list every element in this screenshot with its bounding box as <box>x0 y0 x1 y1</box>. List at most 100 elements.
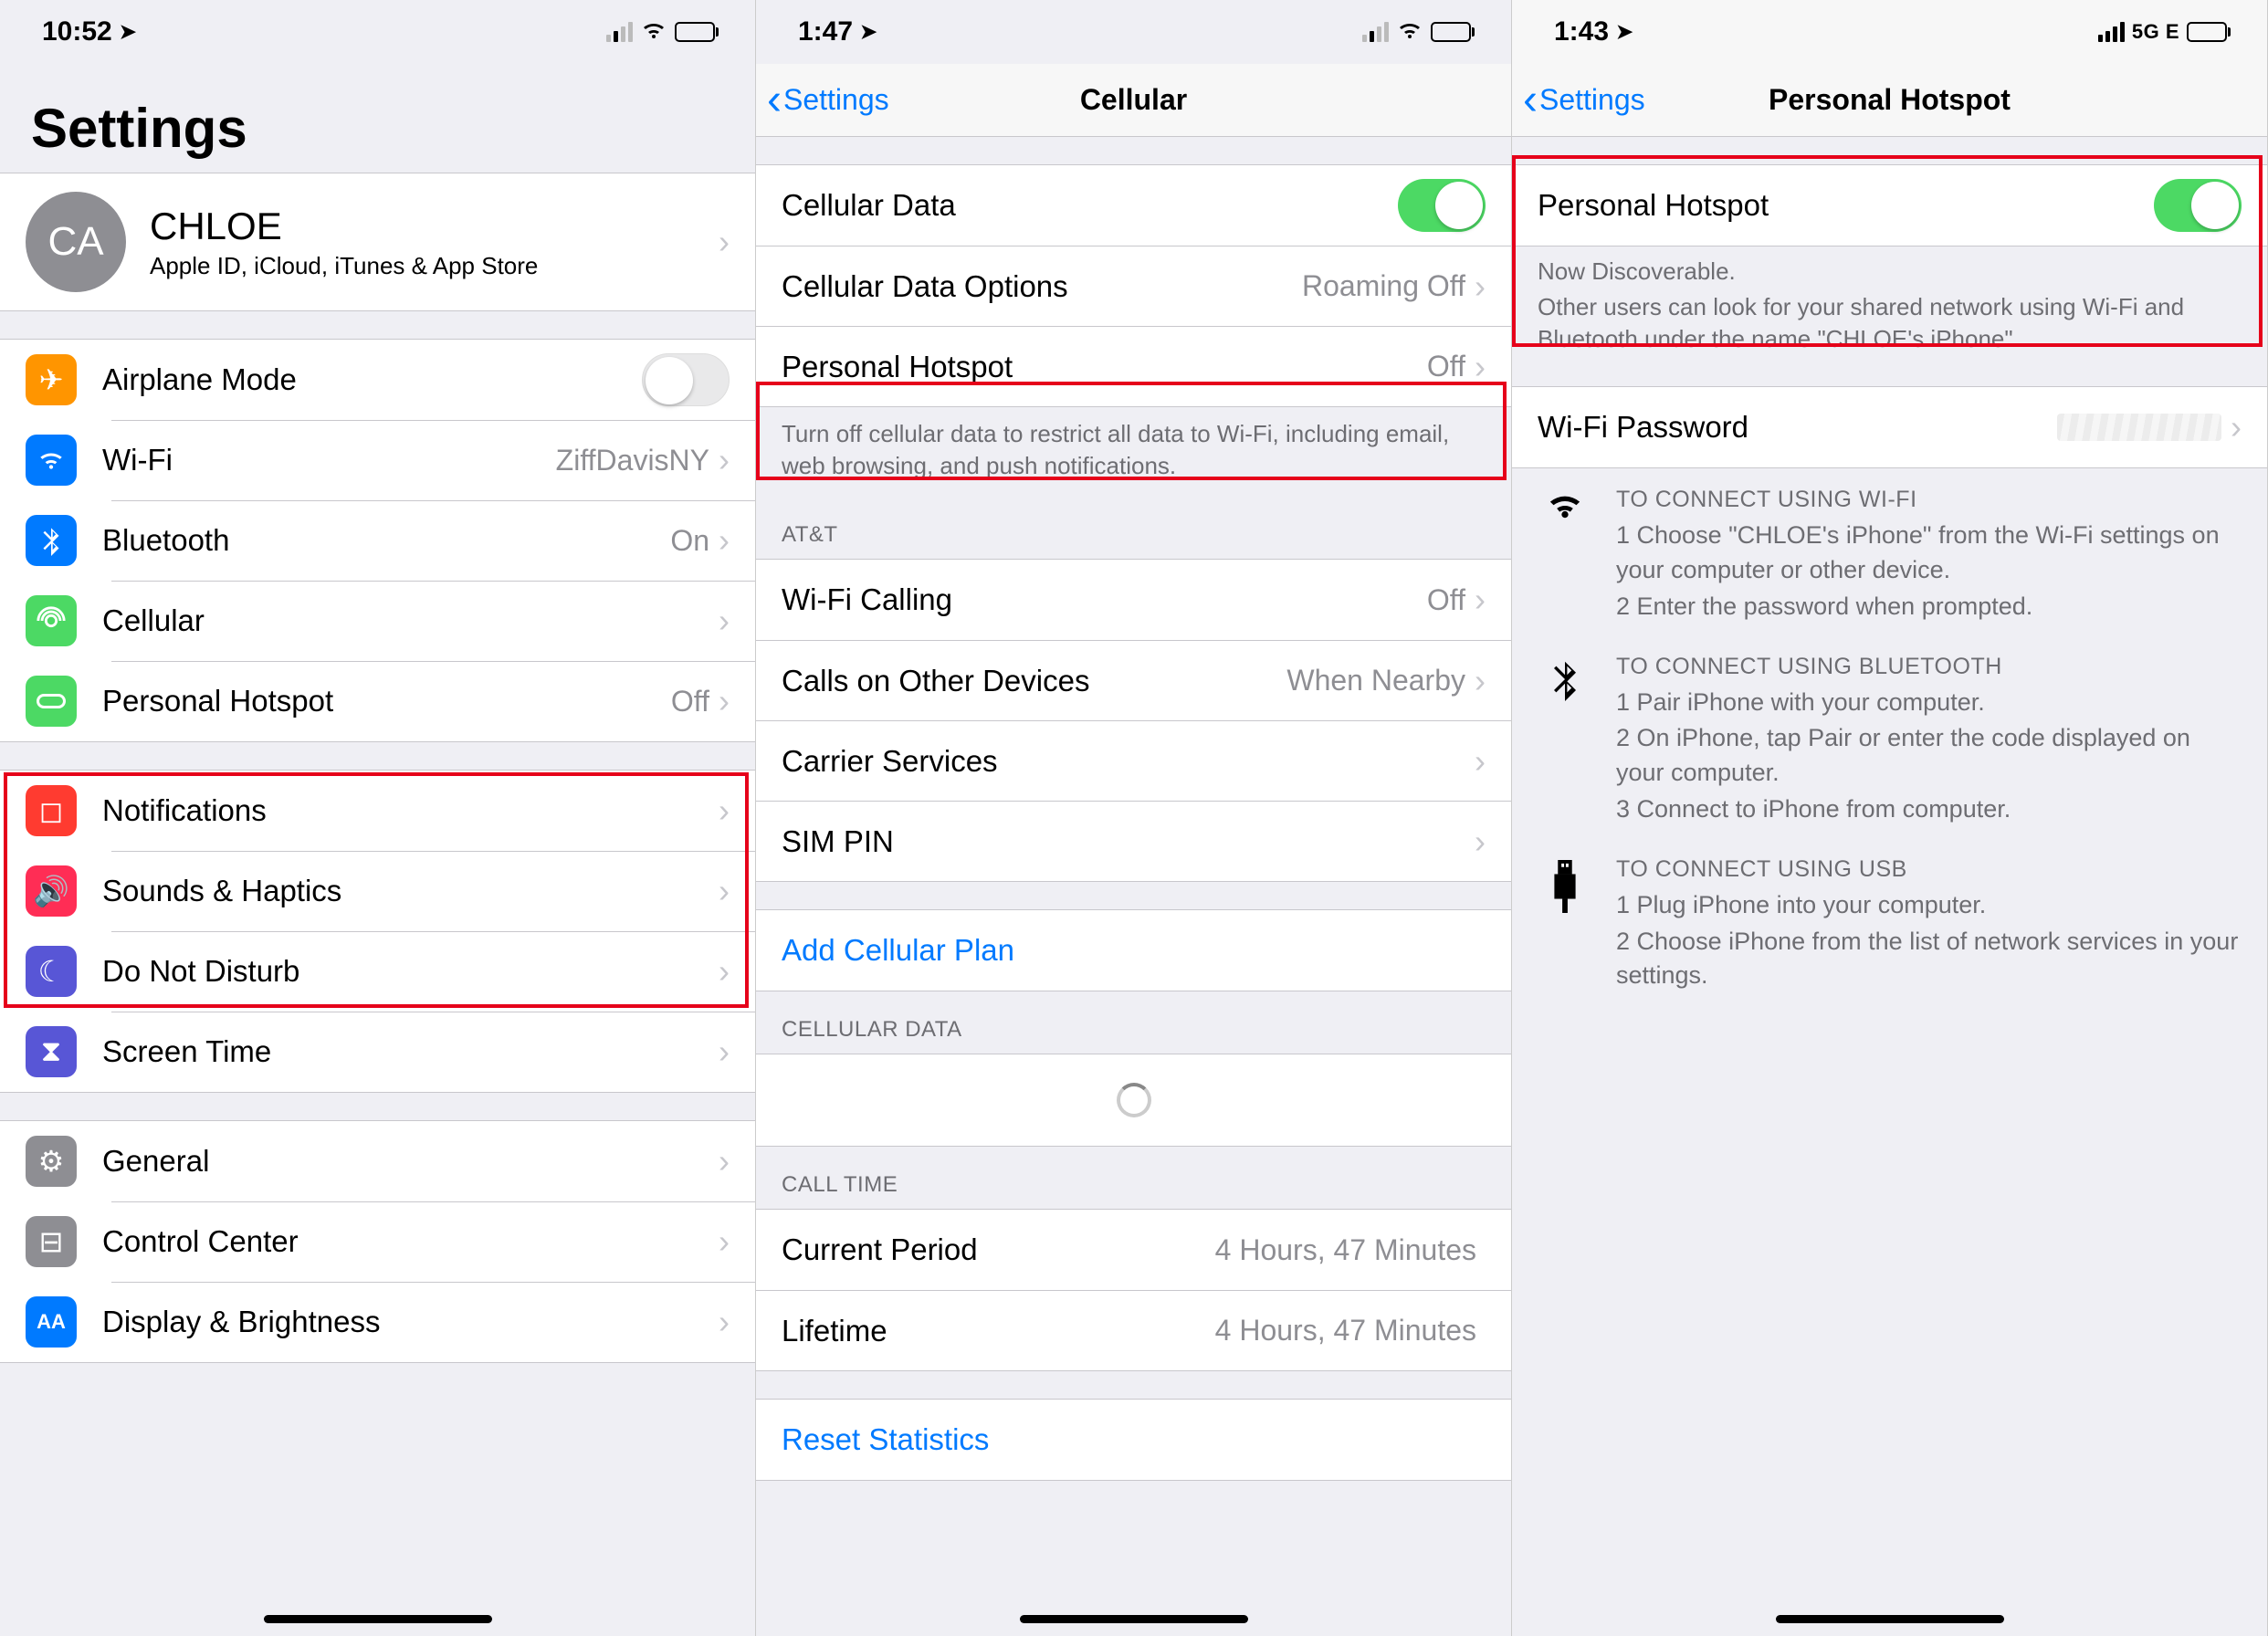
home-indicator[interactable] <box>1020 1615 1248 1623</box>
personal-hotspot-row[interactable]: Personal Hotspot Off › <box>756 326 1511 406</box>
profile-group: CA CHLOE Apple ID, iCloud, iTunes & App … <box>0 173 755 311</box>
chevron-right-icon: › <box>1475 267 1486 306</box>
notifications-icon: ◻︎ <box>26 785 77 836</box>
back-button[interactable]: ‹ Settings <box>767 79 889 122</box>
chevron-right-icon: › <box>719 223 730 261</box>
chevron-right-icon: › <box>1475 662 1486 700</box>
general-row[interactable]: ⚙︎ General › <box>0 1121 755 1201</box>
row-label: Screen Time <box>102 1034 719 1069</box>
airplane-switch[interactable] <box>642 353 730 406</box>
instr-head: TO CONNECT USING BLUETOOTH <box>1616 654 2242 680</box>
chevron-right-icon: › <box>1475 823 1486 861</box>
chevron-right-icon: › <box>719 602 730 640</box>
cellular-data-switch[interactable] <box>1398 179 1486 232</box>
instr-head: TO CONNECT USING WI-FI <box>1616 487 2242 513</box>
wifi-calling-row[interactable]: Wi-Fi Calling Off › <box>756 560 1511 640</box>
screen-time-row[interactable]: ⧗ Screen Time › <box>0 1012 755 1092</box>
profile-name: CHLOE <box>150 204 719 248</box>
usb-instructions: TO CONNECT USING USB 1 Plug iPhone into … <box>1512 838 2267 1004</box>
sounds-row[interactable]: 🔊 Sounds & Haptics › <box>0 851 755 931</box>
personal-hotspot-toggle-row[interactable]: Personal Hotspot <box>1512 165 2267 246</box>
display-icon: AA <box>26 1296 77 1348</box>
chevron-right-icon: › <box>719 872 730 910</box>
lifetime-row[interactable]: Lifetime 4 Hours, 47 Minutes <box>756 1290 1511 1370</box>
nav-title: Cellular <box>1080 83 1187 117</box>
airplane-label: Airplane Mode <box>102 362 642 397</box>
calls-other-devices-row[interactable]: Calls on Other Devices When Nearby › <box>756 640 1511 720</box>
cellular-data-row[interactable]: Cellular Data <box>756 165 1511 246</box>
back-label: Settings <box>783 83 889 117</box>
alerts-group: ◻︎ Notifications › 🔊 Sounds & Haptics › … <box>0 770 755 1093</box>
chevron-right-icon: › <box>719 1303 730 1341</box>
bluetooth-instructions: TO CONNECT USING BLUETOOTH 1 Pair iPhone… <box>1512 635 2267 838</box>
connectivity-group: ✈︎ Airplane Mode Wi-Fi ZiffDavisNY › Blu… <box>0 339 755 742</box>
row-label: Display & Brightness <box>102 1305 719 1339</box>
chevron-right-icon: › <box>1475 581 1486 619</box>
home-indicator[interactable] <box>264 1615 492 1623</box>
reset-statistics-row[interactable]: Reset Statistics <box>756 1400 1511 1480</box>
chevron-right-icon: › <box>719 441 730 479</box>
bluetooth-icon <box>26 515 77 566</box>
location-icon: ➤ <box>120 20 136 44</box>
notifications-row[interactable]: ◻︎ Notifications › <box>0 771 755 851</box>
add-cellular-plan-row[interactable]: Add Cellular Plan <box>756 910 1511 991</box>
row-label: Cellular Data Options <box>782 269 1302 304</box>
wifi-icon <box>26 435 77 486</box>
wifi-row[interactable]: Wi-Fi ZiffDavisNY › <box>0 420 755 500</box>
call-time-header: CALL TIME <box>756 1147 1511 1209</box>
status-bar: 1:43 ➤ 5G E <box>1512 0 2267 64</box>
chevron-right-icon: › <box>719 1222 730 1261</box>
wifi-password-row[interactable]: Wi-Fi Password › <box>1512 387 2267 467</box>
cellular-data-options-row[interactable]: Cellular Data Options Roaming Off › <box>756 246 1511 326</box>
current-period-row[interactable]: Current Period 4 Hours, 47 Minutes <box>756 1210 1511 1290</box>
row-label: Cellular Data <box>782 188 1398 223</box>
personal-hotspot-pane: 1:43 ➤ 5G E ‹ Settings Personal Hotspot … <box>1512 0 2268 1636</box>
gear-icon: ⚙︎ <box>26 1136 77 1187</box>
group-footer: Turn off cellular data to restrict all d… <box>756 407 1511 497</box>
back-label: Settings <box>1539 83 1645 117</box>
general-group: ⚙︎ General › ⊟ Control Center › AA Displ… <box>0 1120 755 1363</box>
row-label: Sounds & Haptics <box>102 874 719 908</box>
cellular-row[interactable]: Cellular › <box>0 581 755 661</box>
row-label: Current Period <box>782 1232 1215 1267</box>
discoverable-status: Now Discoverable. <box>1512 246 2267 291</box>
back-button[interactable]: ‹ Settings <box>1523 79 1645 122</box>
instr-line: 1 Pair iPhone with your computer. <box>1616 686 2242 720</box>
row-value: Off <box>1427 583 1465 617</box>
moon-icon: ☾ <box>26 946 77 997</box>
wifi-value: ZiffDavisNY <box>556 444 709 477</box>
cellular-icon <box>26 595 77 646</box>
chevron-right-icon: › <box>719 952 730 991</box>
carrier-services-row[interactable]: Carrier Services › <box>756 720 1511 801</box>
display-row[interactable]: AA Display & Brightness › <box>0 1282 755 1362</box>
instr-line: 2 Choose iPhone from the list of network… <box>1616 925 2242 994</box>
battery-icon <box>2187 22 2231 42</box>
avatar: CA <box>26 192 126 292</box>
airplane-mode-row[interactable]: ✈︎ Airplane Mode <box>0 340 755 420</box>
sounds-icon: 🔊 <box>26 865 77 917</box>
sim-pin-row[interactable]: SIM PIN › <box>756 801 1511 881</box>
apple-id-row[interactable]: CA CHLOE Apple ID, iCloud, iTunes & App … <box>0 173 755 310</box>
cellular-label: Cellular <box>102 603 719 638</box>
chevron-right-icon: › <box>1475 742 1486 781</box>
row-label: Wi-Fi Calling <box>782 582 1427 617</box>
dnd-row[interactable]: ☾ Do Not Disturb › <box>0 931 755 1012</box>
network-label: 5G E <box>2132 20 2179 44</box>
clock: 1:47 <box>798 16 853 47</box>
hotspot-switch[interactable] <box>2154 179 2242 232</box>
nav-title: Personal Hotspot <box>1769 83 2011 117</box>
chevron-left-icon: ‹ <box>767 79 782 122</box>
home-indicator[interactable] <box>1776 1615 2004 1623</box>
row-value: Roaming Off <box>1302 269 1465 303</box>
row-value: Off <box>1427 350 1465 383</box>
discoverable-body: Other users can look for your shared net… <box>1512 291 2267 370</box>
cellular-pane: 1:47 ➤ ‹ Settings Cellular Cellular Data… <box>756 0 1512 1636</box>
row-label: Add Cellular Plan <box>782 933 1486 968</box>
row-label: Personal Hotspot <box>1538 188 2154 223</box>
control-center-row[interactable]: ⊟ Control Center › <box>0 1201 755 1282</box>
row-label: SIM PIN <box>782 824 1475 859</box>
personal-hotspot-row[interactable]: Personal Hotspot Off › <box>0 661 755 741</box>
bluetooth-row[interactable]: Bluetooth On › <box>0 500 755 581</box>
chevron-right-icon: › <box>719 1033 730 1071</box>
wifi-icon <box>1396 18 1423 47</box>
